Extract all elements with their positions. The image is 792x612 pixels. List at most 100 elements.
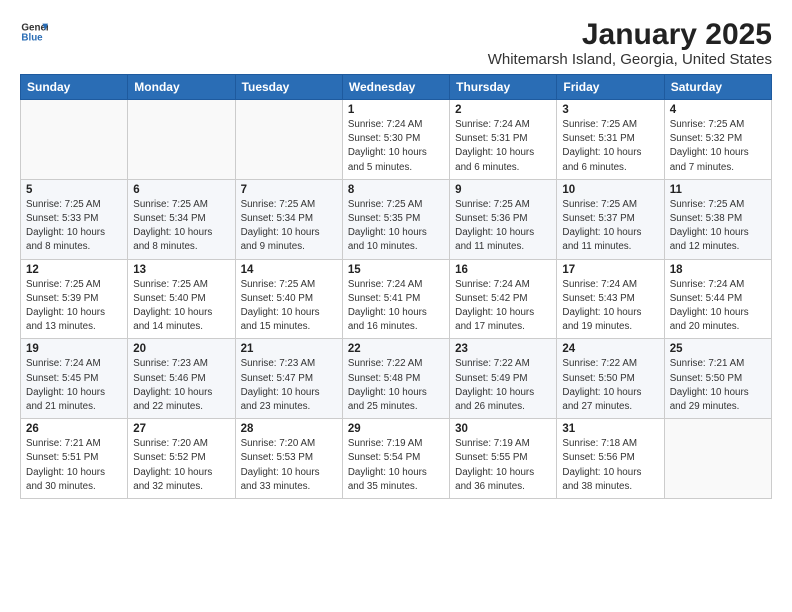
table-row: 11 Sunrise: 7:25 AMSunset: 5:38 PMDayligh… — [664, 179, 771, 259]
table-row: 13 Sunrise: 7:25 AMSunset: 5:40 PMDayligh… — [128, 259, 235, 339]
day-number: 30 — [455, 423, 551, 435]
day-info: Sunrise: 7:25 AMSunset: 5:32 PMDaylight:… — [670, 118, 766, 175]
day-info: Sunrise: 7:20 AMSunset: 5:52 PMDaylight:… — [133, 437, 229, 494]
table-row: 14Sunrise: 7:25 AMSunset: 5:40 PMDayligh… — [235, 259, 342, 339]
day-number: 24 — [562, 343, 658, 355]
day-number: 29 — [348, 423, 444, 435]
day-number: 4 — [670, 104, 766, 116]
table-row: 4 Sunrise: 7:25 AMSunset: 5:32 PMDaylight… — [664, 100, 771, 180]
table-row: 20Sunrise: 7:23 AMSunset: 5:46 PMDayligh… — [128, 339, 235, 419]
table-row: 7 Sunrise: 7:25 AMSunset: 5:34 PMDaylight… — [235, 179, 342, 259]
day-info: Sunrise: 7:25 AMSunset: 5:36 PMDaylight:… — [455, 198, 551, 255]
day-number: 18 — [670, 264, 766, 276]
table-row: 2 Sunrise: 7:24 AMSunset: 5:31 PMDaylight… — [450, 100, 557, 180]
day-number: 2 — [455, 104, 551, 116]
day-number: 5 — [26, 184, 122, 196]
day-info: Sunrise: 7:22 AMSunset: 5:49 PMDaylight:… — [455, 357, 551, 414]
calendar-week-5: 26 Sunrise: 7:21 AMSunset: 5:51 PMDayligh… — [21, 419, 772, 499]
table-row: 21 Sunrise: 7:23 AMSunset: 5:47 PMDayligh… — [235, 339, 342, 419]
day-number: 25 — [670, 343, 766, 355]
day-info: Sunrise: 7:25 AMSunset: 5:35 PMDaylight:… — [348, 198, 444, 255]
day-info: Sunrise: 7:24 AMSunset: 5:42 PMDaylight:… — [455, 278, 551, 335]
day-info: Sunrise: 7:25 AMSunset: 5:37 PMDaylight:… — [562, 198, 658, 255]
day-info: Sunrise: 7:23 AMSunset: 5:47 PMDaylight:… — [241, 357, 337, 414]
col-friday: Friday — [557, 75, 664, 100]
calendar-week-2: 5Sunrise: 7:25 AMSunset: 5:33 PMDaylight… — [21, 179, 772, 259]
day-info: Sunrise: 7:19 AMSunset: 5:54 PMDaylight:… — [348, 437, 444, 494]
day-info: Sunrise: 7:25 AMSunset: 5:34 PMDaylight:… — [133, 198, 229, 255]
calendar-header-row: Sunday Monday Tuesday Wednesday Thursday… — [21, 75, 772, 100]
day-info: Sunrise: 7:25 AMSunset: 5:34 PMDaylight:… — [241, 198, 337, 255]
col-tuesday: Tuesday — [235, 75, 342, 100]
table-row: 23Sunrise: 7:22 AMSunset: 5:49 PMDayligh… — [450, 339, 557, 419]
day-number: 7 — [241, 184, 337, 196]
col-wednesday: Wednesday — [342, 75, 449, 100]
day-number: 10 — [562, 184, 658, 196]
page: General Blue January 2025 Whitemarsh Isl… — [0, 0, 792, 509]
col-monday: Monday — [128, 75, 235, 100]
calendar-table: Sunday Monday Tuesday Wednesday Thursday… — [20, 74, 772, 499]
table-row: 19Sunrise: 7:24 AMSunset: 5:45 PMDayligh… — [21, 339, 128, 419]
table-row: 26 Sunrise: 7:21 AMSunset: 5:51 PMDayligh… — [21, 419, 128, 499]
day-number: 11 — [670, 184, 766, 196]
table-row: 24 Sunrise: 7:22 AMSunset: 5:50 PMDayligh… — [557, 339, 664, 419]
logo-icon: General Blue — [20, 18, 48, 46]
day-number: 22 — [348, 343, 444, 355]
day-info: Sunrise: 7:25 AMSunset: 5:39 PMDaylight:… — [26, 278, 122, 335]
day-info: Sunrise: 7:24 AMSunset: 5:31 PMDaylight:… — [455, 118, 551, 175]
table-row: 31 Sunrise: 7:18 AMSunset: 5:56 PMDayligh… — [557, 419, 664, 499]
day-number: 26 — [26, 423, 122, 435]
day-info: Sunrise: 7:25 AMSunset: 5:40 PMDaylight:… — [241, 278, 337, 335]
table-row — [128, 100, 235, 180]
day-info: Sunrise: 7:20 AMSunset: 5:53 PMDaylight:… — [241, 437, 337, 494]
day-info: Sunrise: 7:24 AMSunset: 5:44 PMDaylight:… — [670, 278, 766, 335]
table-row: 12 Sunrise: 7:25 AMSunset: 5:39 PMDayligh… — [21, 259, 128, 339]
day-info: Sunrise: 7:25 AMSunset: 5:31 PMDaylight:… — [562, 118, 658, 175]
day-info: Sunrise: 7:24 AMSunset: 5:41 PMDaylight:… — [348, 278, 444, 335]
header: General Blue January 2025 Whitemarsh Isl… — [20, 18, 772, 68]
calendar-week-4: 19Sunrise: 7:24 AMSunset: 5:45 PMDayligh… — [21, 339, 772, 419]
day-number: 15 — [348, 264, 444, 276]
calendar-subtitle: Whitemarsh Island, Georgia, United State… — [488, 51, 772, 68]
table-row — [664, 419, 771, 499]
day-number: 31 — [562, 423, 658, 435]
col-saturday: Saturday — [664, 75, 771, 100]
day-info: Sunrise: 7:21 AMSunset: 5:51 PMDaylight:… — [26, 437, 122, 494]
day-number: 13 — [133, 264, 229, 276]
day-number: 1 — [348, 104, 444, 116]
table-row: 29 Sunrise: 7:19 AMSunset: 5:54 PMDayligh… — [342, 419, 449, 499]
day-info: Sunrise: 7:22 AMSunset: 5:50 PMDaylight:… — [562, 357, 658, 414]
table-row: 16 Sunrise: 7:24 AMSunset: 5:42 PMDayligh… — [450, 259, 557, 339]
day-number: 12 — [26, 264, 122, 276]
day-info: Sunrise: 7:21 AMSunset: 5:50 PMDaylight:… — [670, 357, 766, 414]
day-info: Sunrise: 7:23 AMSunset: 5:46 PMDaylight:… — [133, 357, 229, 414]
table-row: 18 Sunrise: 7:24 AMSunset: 5:44 PMDayligh… — [664, 259, 771, 339]
table-row: 6Sunrise: 7:25 AMSunset: 5:34 PMDaylight… — [128, 179, 235, 259]
title-block: January 2025 Whitemarsh Island, Georgia,… — [488, 18, 772, 68]
svg-text:Blue: Blue — [21, 32, 43, 43]
day-info: Sunrise: 7:18 AMSunset: 5:56 PMDaylight:… — [562, 437, 658, 494]
day-info: Sunrise: 7:24 AMSunset: 5:30 PMDaylight:… — [348, 118, 444, 175]
col-thursday: Thursday — [450, 75, 557, 100]
day-number: 19 — [26, 343, 122, 355]
table-row: 5Sunrise: 7:25 AMSunset: 5:33 PMDaylight… — [21, 179, 128, 259]
day-number: 28 — [241, 423, 337, 435]
table-row: 9 Sunrise: 7:25 AMSunset: 5:36 PMDaylight… — [450, 179, 557, 259]
table-row: 17Sunrise: 7:24 AMSunset: 5:43 PMDayligh… — [557, 259, 664, 339]
table-row: 25 Sunrise: 7:21 AMSunset: 5:50 PMDayligh… — [664, 339, 771, 419]
calendar-title: January 2025 — [488, 18, 772, 51]
table-row — [235, 100, 342, 180]
table-row: 28 Sunrise: 7:20 AMSunset: 5:53 PMDayligh… — [235, 419, 342, 499]
table-row: 15 Sunrise: 7:24 AMSunset: 5:41 PMDayligh… — [342, 259, 449, 339]
day-number: 21 — [241, 343, 337, 355]
day-number: 16 — [455, 264, 551, 276]
table-row: 27 Sunrise: 7:20 AMSunset: 5:52 PMDayligh… — [128, 419, 235, 499]
day-number: 27 — [133, 423, 229, 435]
table-row: 22Sunrise: 7:22 AMSunset: 5:48 PMDayligh… — [342, 339, 449, 419]
day-info: Sunrise: 7:25 AMSunset: 5:40 PMDaylight:… — [133, 278, 229, 335]
day-info: Sunrise: 7:24 AMSunset: 5:43 PMDaylight:… — [562, 278, 658, 335]
table-row: 1 Sunrise: 7:24 AMSunset: 5:30 PMDaylight… — [342, 100, 449, 180]
day-number: 8 — [348, 184, 444, 196]
day-info: Sunrise: 7:25 AMSunset: 5:38 PMDaylight:… — [670, 198, 766, 255]
day-number: 9 — [455, 184, 551, 196]
